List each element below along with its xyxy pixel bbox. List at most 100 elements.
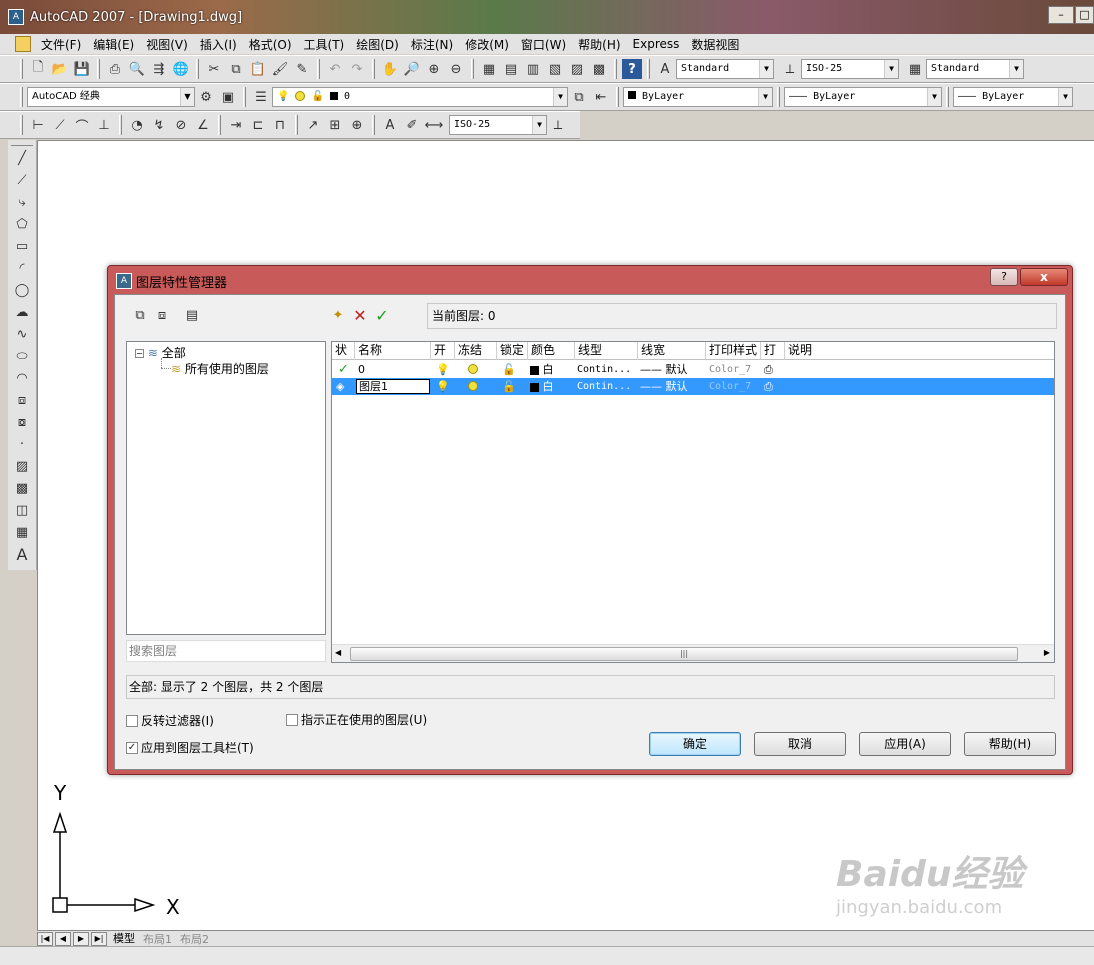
- workspace-settings-icon[interactable]: ⚙: [196, 87, 216, 107]
- sheet-set-icon[interactable]: ▧: [545, 59, 565, 79]
- col-name[interactable]: 名称: [354, 342, 430, 360]
- dim-style-manager-icon[interactable]: ⟂: [548, 115, 568, 135]
- design-center-icon[interactable]: ▤: [501, 59, 521, 79]
- collapse-icon[interactable]: −: [135, 349, 144, 358]
- text-style-icon[interactable]: A: [655, 59, 675, 79]
- col-linetype[interactable]: 线型: [574, 342, 637, 360]
- scrollbar-thumb[interactable]: |||: [350, 647, 1018, 661]
- ellipse-icon[interactable]: ⬭: [11, 346, 33, 366]
- checkbox-box[interactable]: [126, 714, 138, 727]
- menu-dimension[interactable]: 标注(N): [405, 36, 459, 53]
- help-icon[interactable]: ?: [622, 59, 642, 79]
- redo-icon[interactable]: ↷: [347, 59, 367, 79]
- make-block-icon[interactable]: ⧇: [11, 412, 33, 432]
- lightbulb-icon[interactable]: 💡: [436, 378, 450, 395]
- point-icon[interactable]: ·: [11, 434, 33, 454]
- layer-color[interactable]: 白: [530, 378, 570, 395]
- menu-edit[interactable]: 编辑(E): [87, 36, 140, 53]
- hatch-icon[interactable]: ▨: [11, 456, 33, 476]
- menu-file[interactable]: 文件(F): [35, 36, 87, 53]
- next-tab-icon[interactable]: ▶: [73, 931, 89, 946]
- ellipse-arc-icon[interactable]: ◠: [11, 368, 33, 388]
- layer-states-manager-icon[interactable]: ▤: [182, 305, 202, 325]
- layer-row[interactable]: ◈ 图层1 💡 🔓 白 Contin... —— 默认 Color_7 ⎙: [332, 378, 1054, 395]
- layer-manager-icon[interactable]: ☰: [251, 87, 271, 107]
- save-icon[interactable]: 💾: [72, 59, 92, 79]
- table-icon[interactable]: ▦: [11, 522, 33, 542]
- layer-previous-icon[interactable]: ⇤: [591, 87, 611, 107]
- center-mark-icon[interactable]: ⊕: [347, 115, 367, 135]
- apply-button[interactable]: 应用(A): [859, 732, 951, 756]
- checkbox-checked-icon[interactable]: ✓: [126, 741, 138, 754]
- maximize-button[interactable]: □: [1075, 6, 1094, 24]
- ok-button[interactable]: 确定: [649, 732, 741, 756]
- new-property-filter-icon[interactable]: ⧉: [130, 305, 150, 325]
- circle-icon[interactable]: ◯: [11, 280, 33, 300]
- paste-icon[interactable]: 📋: [248, 59, 268, 79]
- undo-icon[interactable]: ↶: [325, 59, 345, 79]
- printer-icon[interactable]: ⎙: [764, 361, 780, 378]
- publish-icon[interactable]: ⇶: [149, 59, 169, 79]
- dim-edit-icon[interactable]: A: [380, 115, 400, 135]
- col-lineweight[interactable]: 线宽: [637, 342, 705, 360]
- layer-row[interactable]: ✓ 0 💡 🔓 白 Contin... —— 默认 Color_7 ⎙: [332, 361, 1054, 378]
- menu-draw[interactable]: 绘图(D): [350, 36, 405, 53]
- menu-window[interactable]: 窗口(W): [515, 36, 572, 53]
- menu-help[interactable]: 帮助(H): [572, 36, 626, 53]
- new-group-filter-icon[interactable]: ⧈: [152, 305, 172, 325]
- dim-style-select-2[interactable]: ISO-25 ▼: [449, 115, 547, 135]
- sun-icon[interactable]: [468, 361, 482, 378]
- region-icon[interactable]: ◫: [11, 500, 33, 520]
- aligned-dim-icon[interactable]: ⟋: [50, 115, 70, 135]
- col-on[interactable]: 开: [430, 342, 454, 360]
- layer-select[interactable]: 💡 🔓 0 ▼: [272, 87, 568, 107]
- line-icon[interactable]: ╱: [11, 148, 33, 168]
- scroll-right-icon[interactable]: ▶: [1044, 648, 1050, 657]
- layer-name-edit[interactable]: 图层1: [356, 379, 430, 394]
- first-tab-icon[interactable]: |◀: [37, 931, 53, 946]
- diameter-icon[interactable]: ⊘: [171, 115, 191, 135]
- toolbar-grip[interactable]: [11, 140, 33, 146]
- tree-node-used[interactable]: ≋ 所有使用的图层: [171, 360, 269, 377]
- zoom-previous-icon[interactable]: ⊖: [446, 59, 466, 79]
- col-freeze[interactable]: 冻结: [454, 342, 496, 360]
- markup-icon[interactable]: ▨: [567, 59, 587, 79]
- menu-tools[interactable]: 工具(T): [298, 36, 351, 53]
- quick-dim-icon[interactable]: ⇥: [226, 115, 246, 135]
- help-button[interactable]: 帮助(H): [964, 732, 1056, 756]
- arc-icon[interactable]: ◜: [11, 258, 33, 278]
- tab-model[interactable]: 模型: [109, 930, 139, 947]
- dialog-close-button[interactable]: x: [1020, 268, 1068, 286]
- cancel-button[interactable]: 取消: [754, 732, 846, 756]
- col-status[interactable]: 状: [332, 342, 354, 360]
- lock-icon[interactable]: 🔓: [502, 378, 518, 395]
- layer-color[interactable]: 白: [530, 361, 570, 378]
- construction-line-icon[interactable]: ⟋: [11, 170, 33, 190]
- block-editor-icon[interactable]: ✎: [292, 59, 312, 79]
- continue-icon[interactable]: ⊓: [270, 115, 290, 135]
- layer-lineweight[interactable]: —— 默认: [640, 361, 702, 378]
- menu-format[interactable]: 格式(O): [243, 36, 298, 53]
- new-icon[interactable]: 🗋: [28, 59, 48, 79]
- rectangle-icon[interactable]: ▭: [11, 236, 33, 256]
- match-properties-icon[interactable]: 🖌: [270, 59, 290, 79]
- col-plotstyle[interactable]: 打印样式: [705, 342, 760, 360]
- zoom-window-icon[interactable]: ⊕: [424, 59, 444, 79]
- dim-update-icon[interactable]: ⟷: [424, 115, 444, 135]
- lineweight-select[interactable]: ——— ByLayer ▼: [953, 87, 1073, 107]
- radius-icon[interactable]: ◔: [127, 115, 147, 135]
- linear-dim-icon[interactable]: ⊢: [28, 115, 48, 135]
- set-current-icon[interactable]: ✓: [372, 305, 392, 325]
- layer-linetype[interactable]: Contin...: [577, 361, 637, 378]
- properties-icon[interactable]: ▦: [479, 59, 499, 79]
- print-icon[interactable]: ⎙: [105, 59, 125, 79]
- tolerance-icon[interactable]: ⊞: [325, 115, 345, 135]
- spline-icon[interactable]: ∿: [11, 324, 33, 344]
- cut-icon[interactable]: ✂: [204, 59, 224, 79]
- table-style-icon[interactable]: ▦: [905, 59, 925, 79]
- menu-insert[interactable]: 插入(I): [194, 36, 243, 53]
- pan-icon[interactable]: ✋: [380, 59, 400, 79]
- leader-icon[interactable]: ↗: [303, 115, 323, 135]
- multiline-text-icon[interactable]: A: [11, 544, 33, 564]
- web-icon[interactable]: 🌐: [171, 59, 191, 79]
